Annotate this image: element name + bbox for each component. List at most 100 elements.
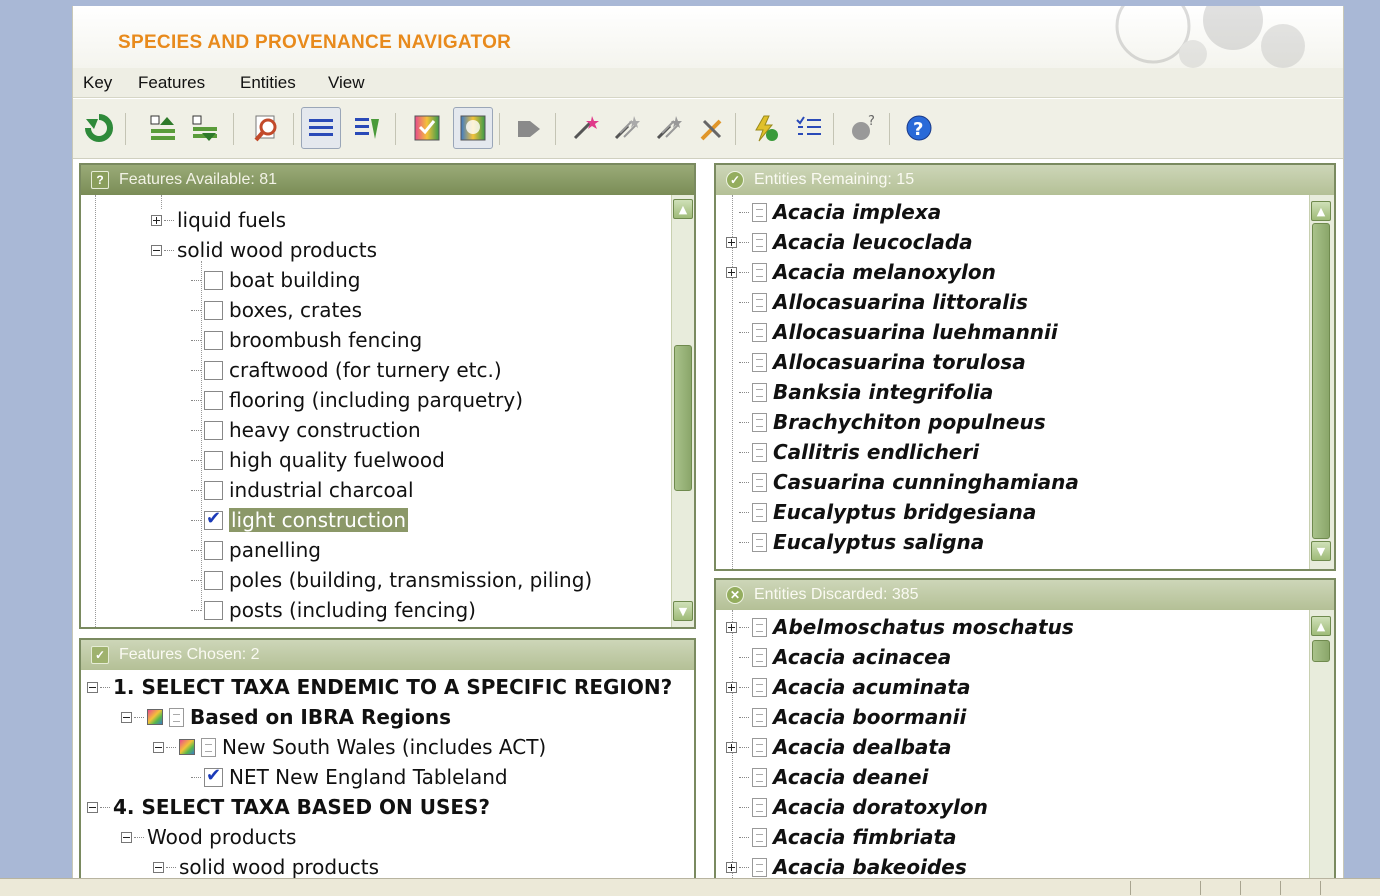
collapse-icon[interactable]	[87, 801, 98, 813]
entity-item[interactable]: Allocasuarina littoralis	[726, 287, 1028, 317]
feature-checkbox[interactable]	[204, 765, 223, 787]
entity-item[interactable]: Acacia implexa	[726, 197, 941, 227]
collapse-icon[interactable]	[121, 711, 132, 723]
help-icon[interactable]: ?	[899, 107, 939, 149]
magic-wand-3-icon[interactable]	[649, 107, 689, 149]
entity-item[interactable]: Acacia doratoxylon	[726, 792, 988, 822]
feature-item[interactable]: poles (building, transmission, piling)	[191, 565, 592, 595]
expand-icon[interactable]	[151, 214, 162, 226]
lightning-icon[interactable]	[745, 107, 785, 149]
menu-features[interactable]: Features	[138, 73, 205, 93]
collapse-icon[interactable]	[153, 741, 164, 753]
entity-item[interactable]: Casuarina cunninghamiana	[726, 467, 1079, 497]
entity-item[interactable]: Acacia leucoclada	[726, 227, 973, 257]
refresh-icon[interactable]	[79, 107, 119, 149]
entity-item[interactable]: Acacia deanei	[726, 762, 928, 792]
image-select-icon[interactable]	[453, 107, 493, 149]
feature-item[interactable]: panelling	[191, 535, 321, 565]
find-icon[interactable]	[247, 107, 287, 149]
scroll-thumb[interactable]	[674, 345, 692, 491]
feature-checkbox[interactable]	[204, 508, 223, 530]
chosen-feature-item[interactable]: solid wood products	[153, 852, 379, 878]
collapse-icon[interactable]	[87, 681, 98, 693]
feature-item[interactable]: boxes, crates	[191, 295, 362, 325]
feature-checkbox[interactable]	[204, 480, 223, 500]
tree-folder[interactable]: liquid fuels	[151, 205, 286, 235]
image-check-icon[interactable]	[407, 107, 447, 149]
menu-entities[interactable]: Entities	[240, 73, 296, 93]
feature-item[interactable]: high quality fuelwood	[191, 445, 445, 475]
entity-item[interactable]: Banksia integrifolia	[726, 377, 993, 407]
feature-checkbox[interactable]	[204, 600, 223, 620]
tools-icon[interactable]	[691, 107, 731, 149]
entity-item[interactable]: Acacia melanoxylon	[726, 257, 996, 287]
upload-features-icon[interactable]	[143, 107, 183, 149]
expand-icon[interactable]	[726, 266, 737, 278]
entity-item[interactable]: Acacia acuminata	[726, 672, 970, 702]
chosen-feature-item[interactable]: 4. SELECT TAXA BASED ON USES?	[87, 792, 490, 822]
feature-checkbox[interactable]	[204, 450, 223, 470]
menu-key[interactable]: Key	[83, 73, 112, 93]
scroll-thumb[interactable]	[1312, 223, 1330, 539]
entity-item[interactable]: Acacia bakeoides	[726, 852, 967, 878]
help-query-icon[interactable]: ?	[843, 107, 883, 149]
feature-checkbox[interactable]	[204, 420, 223, 440]
magic-wand-icon[interactable]	[565, 107, 605, 149]
tree-folder[interactable]: solid wood products	[151, 235, 377, 265]
list-sort-icon[interactable]	[347, 107, 387, 149]
entity-item[interactable]: Eucalyptus bridgesiana	[726, 497, 1036, 527]
collapse-icon[interactable]	[151, 244, 162, 256]
entity-item[interactable]: Brachychiton populneus	[726, 407, 1046, 437]
feature-item[interactable]: craftwood (for turnery etc.)	[191, 355, 502, 385]
list-view-icon[interactable]	[301, 107, 341, 149]
feature-checkbox[interactable]	[204, 330, 223, 350]
collapse-icon[interactable]	[121, 831, 132, 843]
entity-item[interactable]: Acacia dealbata	[726, 732, 952, 762]
scroll-up-button[interactable]: ▲	[1311, 201, 1331, 221]
entities-discarded-scrollbar[interactable]: ▲	[1309, 610, 1334, 878]
feature-checkbox[interactable]	[204, 270, 223, 290]
feature-checkbox[interactable]	[204, 570, 223, 590]
entity-item[interactable]: Acacia boormanii	[726, 702, 966, 732]
scroll-down-button[interactable]: ▼	[1311, 541, 1331, 561]
checklist-icon[interactable]	[789, 107, 829, 149]
expand-icon[interactable]	[726, 861, 737, 873]
tag-icon[interactable]	[509, 107, 549, 149]
feature-item[interactable]: boat building	[191, 265, 361, 295]
feature-checkbox[interactable]	[204, 300, 223, 320]
menu-view[interactable]: View	[328, 73, 365, 93]
expand-icon[interactable]	[726, 741, 737, 753]
entity-item[interactable]: Allocasuarina torulosa	[726, 347, 1026, 377]
feature-checkbox[interactable]	[204, 540, 223, 560]
entity-item[interactable]: Allocasuarina luehmannii	[726, 317, 1058, 347]
entity-item[interactable]: Callitris endlicheri	[726, 437, 979, 467]
feature-item[interactable]: light construction	[191, 505, 409, 535]
feature-item[interactable]: flooring (including parquetry)	[191, 385, 523, 415]
collapse-icon[interactable]	[153, 861, 164, 873]
feature-checkbox[interactable]	[204, 390, 223, 410]
feature-item[interactable]: broombush fencing	[191, 325, 422, 355]
entities-remaining-scrollbar[interactable]: ▲ ▼	[1309, 195, 1334, 569]
chosen-feature-item[interactable]: Wood products	[121, 822, 296, 852]
chosen-feature-item[interactable]: 1. SELECT TAXA ENDEMIC TO A SPECIFIC REG…	[87, 672, 672, 702]
feature-checkbox[interactable]	[204, 360, 223, 380]
magic-wand-2-icon[interactable]	[607, 107, 647, 149]
chosen-feature-item[interactable]: New South Wales (includes ACT)	[153, 732, 546, 762]
feature-item[interactable]: industrial charcoal	[191, 475, 414, 505]
expand-icon[interactable]	[726, 621, 737, 633]
entity-item[interactable]: Acacia acinacea	[726, 642, 951, 672]
scroll-up-button[interactable]: ▲	[1311, 616, 1331, 636]
scroll-up-button[interactable]: ▲	[673, 199, 693, 219]
scroll-thumb[interactable]	[1312, 640, 1330, 662]
entity-item[interactable]: Eucalyptus saligna	[726, 527, 984, 557]
entity-item[interactable]: Acacia fimbriata	[726, 822, 957, 852]
expand-icon[interactable]	[726, 236, 737, 248]
chosen-feature-item[interactable]: NET New England Tableland	[191, 762, 508, 792]
feature-item[interactable]: posts (including fencing)	[191, 595, 476, 625]
download-features-icon[interactable]	[185, 107, 225, 149]
entity-item[interactable]: Abelmoschatus moschatus	[726, 612, 1074, 642]
features-available-scrollbar[interactable]: ▲ ▼	[671, 195, 694, 627]
feature-item[interactable]: heavy construction	[191, 415, 421, 445]
chosen-feature-item[interactable]: Based on IBRA Regions	[121, 702, 451, 732]
scroll-down-button[interactable]: ▼	[673, 601, 693, 621]
